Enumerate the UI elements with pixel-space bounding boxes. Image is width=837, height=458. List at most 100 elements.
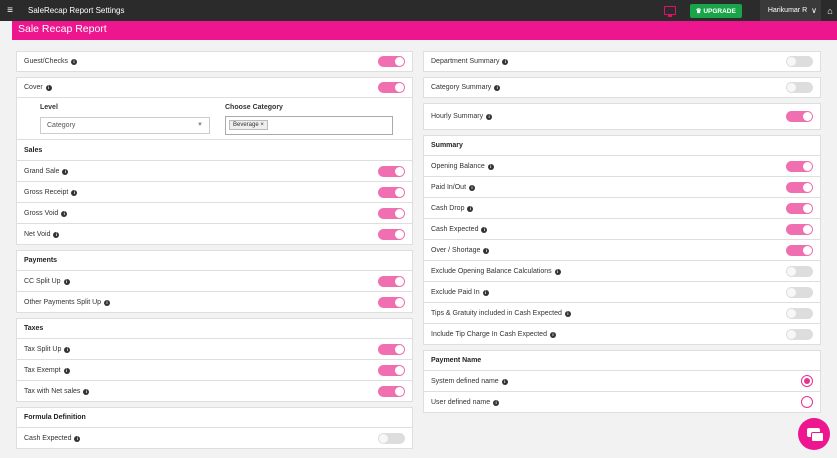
info-icon[interactable]: i xyxy=(70,59,77,65)
formula-header: Formula Definition xyxy=(16,407,413,428)
department-summary-row: Department Summary i xyxy=(423,51,821,72)
info-icon[interactable]: i xyxy=(62,168,69,175)
gross-void-row: Gross Void i xyxy=(16,203,413,224)
system-defined-name-radio[interactable] xyxy=(801,375,813,387)
tips-gratuity-row: Tips & Gratuity included in Cash Expecte… xyxy=(423,303,821,324)
info-icon[interactable]: i xyxy=(502,59,509,65)
info-icon[interactable]: i xyxy=(501,378,508,385)
exclude-opening-balance-row: Exclude Opening Balance Calculations i xyxy=(423,261,821,282)
row-label: Cash Drop xyxy=(431,204,465,212)
section-title: Payments xyxy=(24,257,58,264)
info-icon[interactable]: i xyxy=(469,184,476,191)
summary-header: Summary xyxy=(423,135,821,156)
net-void-toggle[interactable] xyxy=(378,228,405,240)
hourly-summary-toggle[interactable] xyxy=(786,111,813,122)
row-label: CC Split Up xyxy=(24,277,61,285)
row-label: Cover xyxy=(24,84,43,91)
chevron-down-icon: ▼ xyxy=(197,122,203,128)
payment-name-header: Payment Name xyxy=(423,350,821,371)
level-select[interactable]: Category ▼ xyxy=(40,117,210,134)
chip-remove-icon[interactable]: × xyxy=(260,122,264,128)
category-summary-row: Category Summary i xyxy=(423,77,821,98)
home-icon[interactable]: ⌂ xyxy=(823,6,837,16)
info-icon[interactable]: i xyxy=(64,346,71,353)
row-label: Cash Expected xyxy=(24,434,72,442)
cash-expected-toggle[interactable] xyxy=(786,223,813,235)
cc-split-up-toggle[interactable] xyxy=(378,275,405,287)
info-icon[interactable]: i xyxy=(482,289,489,296)
info-icon[interactable]: i xyxy=(45,85,52,91)
category-chip[interactable]: Beverage × xyxy=(229,120,268,130)
info-icon[interactable]: i xyxy=(63,278,70,285)
crown-icon: ♛ xyxy=(695,7,702,15)
cash-expected-row: Cash Expected i xyxy=(423,219,821,240)
info-icon[interactable]: i xyxy=(486,114,493,120)
upgrade-button[interactable]: ♛ UPGRADE xyxy=(689,3,742,18)
cash-expected-formula-toggle[interactable] xyxy=(378,432,405,444)
upgrade-label: UPGRADE xyxy=(703,7,736,15)
gross-void-toggle[interactable] xyxy=(378,207,405,219)
category-summary-toggle[interactable] xyxy=(786,82,813,93)
section-title: Sales xyxy=(24,146,43,154)
row-label: Exclude Paid In xyxy=(431,288,480,296)
chat-icon[interactable] xyxy=(798,418,830,450)
row-label: Net Void xyxy=(24,230,51,238)
info-icon[interactable]: i xyxy=(63,367,70,374)
left-column: Guest/Checks i Cover i Level Choose Catego… xyxy=(16,51,413,449)
exclude-opening-balance-toggle[interactable] xyxy=(786,265,813,277)
category-multiselect[interactable]: Beverage × xyxy=(225,116,393,135)
info-icon[interactable]: i xyxy=(74,435,81,442)
info-icon[interactable]: i xyxy=(83,388,90,395)
cash-drop-toggle[interactable] xyxy=(786,202,813,214)
tips-gratuity-toggle[interactable] xyxy=(786,307,813,319)
info-icon[interactable]: i xyxy=(483,247,490,254)
info-icon[interactable]: i xyxy=(467,205,474,212)
row-label: Tax Split Up xyxy=(24,345,62,353)
opening-balance-toggle[interactable] xyxy=(786,160,813,172)
info-icon[interactable]: i xyxy=(71,189,78,196)
info-icon[interactable]: i xyxy=(104,299,111,306)
menu-icon[interactable]: ≡ xyxy=(0,5,20,16)
other-payments-toggle[interactable] xyxy=(378,296,405,308)
tax-net-sales-toggle[interactable] xyxy=(378,385,405,397)
info-icon[interactable]: i xyxy=(493,399,500,406)
include-tip-charge-row: Include Tip Charge In Cash Expected i xyxy=(423,324,821,345)
grand-sale-toggle[interactable] xyxy=(378,165,405,177)
paid-in-out-row: Paid In/Out i xyxy=(423,177,821,198)
row-label: Tax with Net sales xyxy=(24,387,81,395)
cash-expected-formula-row: Cash Expected i xyxy=(16,428,413,449)
info-icon[interactable]: i xyxy=(554,268,561,275)
hourly-summary-row: Hourly Summary i xyxy=(423,103,821,130)
over-shortage-toggle[interactable] xyxy=(786,244,813,256)
info-icon[interactable]: i xyxy=(53,231,60,238)
info-icon[interactable]: i xyxy=(549,331,556,338)
info-icon[interactable]: i xyxy=(61,210,68,217)
department-summary-toggle[interactable] xyxy=(786,56,813,67)
gross-receipt-row: Gross Receipt i xyxy=(16,182,413,203)
system-defined-name-row: System defined name i xyxy=(423,371,821,392)
paid-in-out-toggle[interactable] xyxy=(786,181,813,193)
exclude-paid-in-toggle[interactable] xyxy=(786,286,813,298)
exclude-paid-in-row: Exclude Paid In i xyxy=(423,282,821,303)
cash-drop-row: Cash Drop i xyxy=(423,198,821,219)
info-icon[interactable]: i xyxy=(494,85,501,91)
choose-category-label: Choose Category xyxy=(225,104,283,111)
gross-receipt-toggle[interactable] xyxy=(378,186,405,198)
tv-icon[interactable] xyxy=(663,6,676,17)
info-icon[interactable]: i xyxy=(487,163,494,170)
cover-toggle[interactable] xyxy=(378,82,405,93)
info-icon[interactable]: i xyxy=(481,226,488,233)
cc-split-up-row: CC Split Up i xyxy=(16,271,413,292)
tax-split-up-toggle[interactable] xyxy=(378,343,405,355)
info-icon[interactable]: i xyxy=(564,310,571,317)
taxes-header: Taxes xyxy=(16,318,413,339)
user-defined-name-radio[interactable] xyxy=(801,396,813,408)
chip-label: Beverage xyxy=(233,122,259,128)
row-label: Tax Exempt xyxy=(24,366,61,374)
guest-checks-toggle[interactable] xyxy=(378,56,405,67)
tax-exempt-toggle[interactable] xyxy=(378,364,405,376)
include-tip-charge-toggle[interactable] xyxy=(786,328,813,340)
user-menu[interactable]: Harikumar R ∨ xyxy=(759,0,821,21)
row-label: Guest/Checks xyxy=(24,58,68,65)
tax-split-up-row: Tax Split Up i xyxy=(16,339,413,360)
